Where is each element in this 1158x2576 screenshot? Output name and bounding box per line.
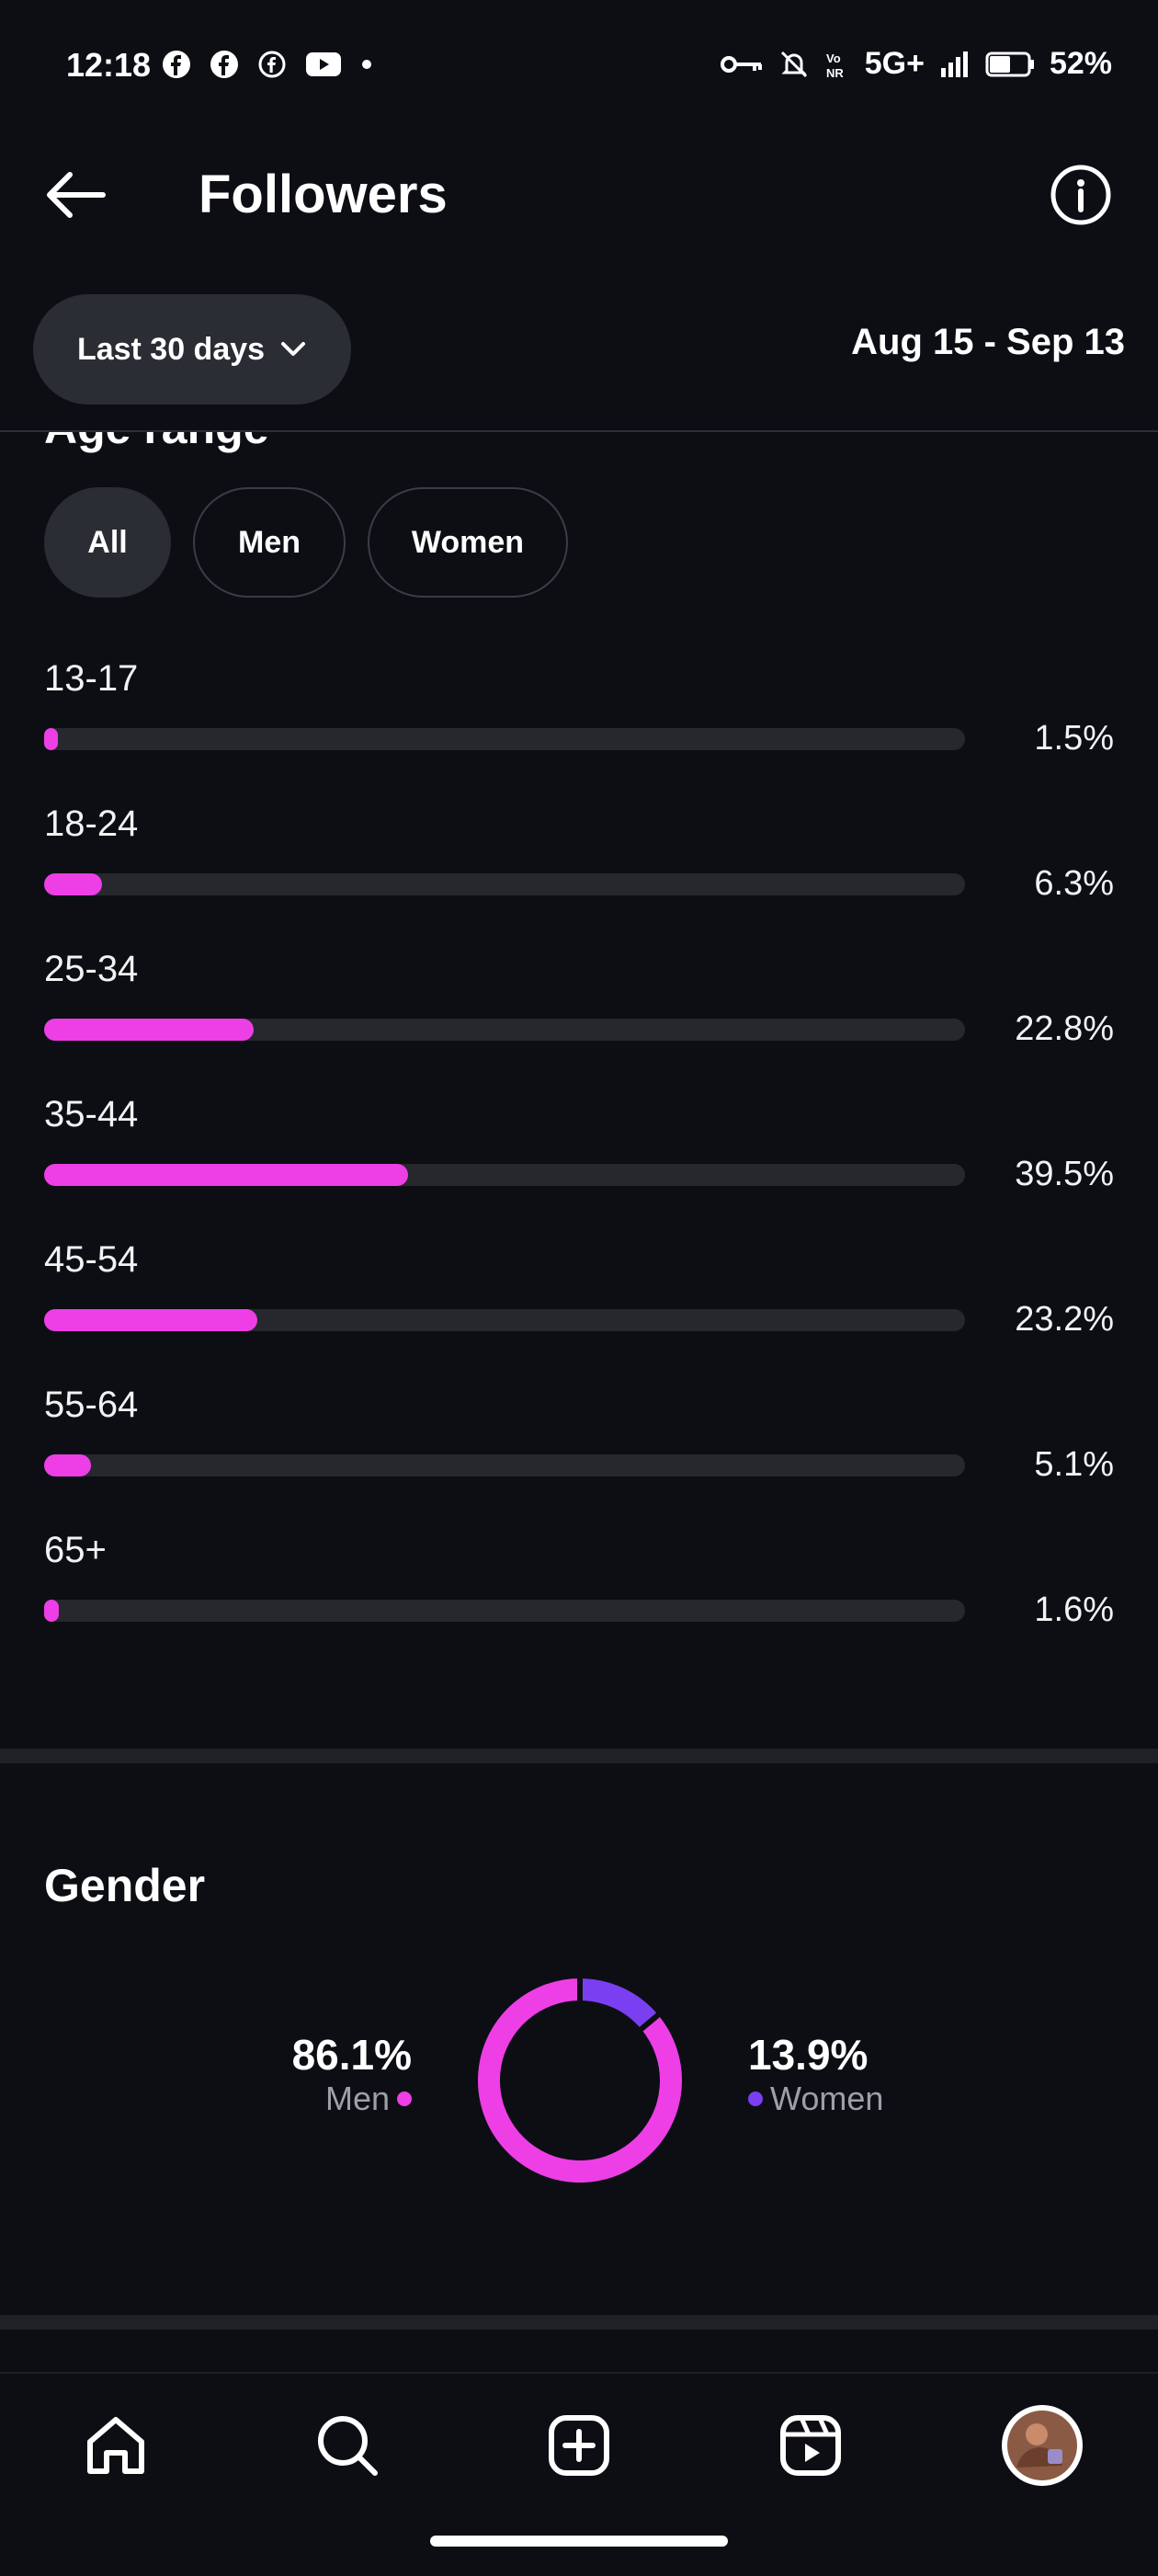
women-stat: 13.9% Women	[748, 2030, 932, 2118]
age-bar-track	[44, 1164, 965, 1186]
section-divider	[0, 1749, 1158, 1763]
age-bar-track	[44, 728, 965, 750]
age-percentage: 6.3%	[1034, 864, 1114, 903]
profile-avatar	[1002, 2405, 1083, 2486]
search-icon	[318, 2416, 378, 2476]
page-title: Followers	[199, 165, 448, 224]
nav-search[interactable]	[301, 2399, 393, 2491]
facebook-icon	[210, 51, 238, 78]
women-legend: Women	[748, 2080, 932, 2118]
status-bar: 12:18 Vo NR 5G+ 52%	[0, 0, 1158, 138]
age-label: 55-64	[44, 1385, 139, 1425]
svg-text:NR: NR	[826, 66, 844, 80]
info-button[interactable]	[1044, 158, 1118, 232]
youtube-icon	[306, 52, 341, 76]
arrow-left-icon	[47, 172, 106, 218]
age-bar-fill	[44, 1454, 92, 1476]
tab-men[interactable]: Men	[193, 487, 346, 598]
chevron-down-icon	[281, 342, 306, 356]
gender-heading: Gender	[44, 1860, 206, 1911]
age-percentage: 5.1%	[1034, 1445, 1114, 1484]
age-bar-fill	[44, 1309, 258, 1331]
age-bar-fill	[44, 1164, 408, 1186]
battery-icon	[985, 51, 1034, 76]
age-bar-fill	[44, 728, 59, 750]
status-notification-icons	[162, 50, 373, 79]
key-icon	[720, 55, 762, 73]
age-bar-track	[44, 1019, 965, 1041]
dot-icon	[362, 60, 371, 69]
vonr-icon: VoNR	[826, 51, 844, 80]
back-button[interactable]	[40, 158, 114, 232]
age-bar-track	[44, 1600, 965, 1622]
men-stat: 86.1% Men	[276, 2030, 412, 2118]
men-legend: Men	[276, 2080, 412, 2118]
facebook-icon	[163, 51, 190, 78]
age-label: 18-24	[44, 804, 139, 844]
battery-percentage: 52%	[1049, 46, 1112, 81]
nav-profile[interactable]	[996, 2399, 1088, 2491]
gender-donut-chart	[478, 1977, 682, 2183]
age-bar-fill	[44, 873, 103, 895]
facebook-outline-icon	[258, 51, 286, 78]
age-label: 65+	[44, 1530, 107, 1570]
age-bar-fill	[44, 1600, 60, 1622]
status-system-icons: Vo NR 5G+ 52%	[720, 46, 1112, 82]
date-range-text: Aug 15 - Sep 13	[851, 322, 1125, 362]
bell-off-icon	[780, 51, 807, 77]
status-time: 12:18	[66, 46, 152, 84]
age-bar-track	[44, 1454, 965, 1476]
age-percentage: 1.5%	[1034, 719, 1114, 758]
network-type: 5G+	[864, 46, 925, 81]
info-icon	[1050, 165, 1111, 225]
nav-home[interactable]	[70, 2399, 162, 2491]
nav-create[interactable]	[533, 2399, 625, 2491]
reels-icon	[780, 2415, 841, 2476]
home-icon	[87, 2417, 144, 2474]
nav-reels[interactable]	[765, 2399, 857, 2491]
women-label: Women	[770, 2080, 884, 2117]
tab-women[interactable]: Women	[368, 487, 568, 598]
age-label: 35-44	[44, 1094, 139, 1134]
donut-segment-men	[478, 1978, 682, 2183]
age-bar-track	[44, 1309, 965, 1331]
tab-all[interactable]: All	[44, 487, 171, 598]
date-range-label: Last 30 days	[76, 331, 266, 367]
signal-icon	[940, 51, 968, 77]
date-range-dropdown[interactable]: Last 30 days	[33, 294, 351, 405]
age-percentage: 23.2%	[1015, 1300, 1114, 1339]
section-divider	[0, 2315, 1158, 2330]
women-percentage: 13.9%	[748, 2031, 868, 2079]
age-bar-fill	[44, 1019, 255, 1041]
men-dot	[397, 2092, 412, 2106]
age-label: 25-34	[44, 949, 139, 989]
age-percentage: 39.5%	[1015, 1155, 1114, 1193]
women-dot	[748, 2092, 763, 2106]
age-label: 13-17	[44, 658, 139, 699]
men-percentage: 86.1%	[291, 2031, 412, 2079]
men-label: Men	[324, 2080, 390, 2117]
home-indicator	[430, 2536, 728, 2547]
age-range-heading-clipped: Age range	[0, 432, 1158, 458]
age-percentage: 22.8%	[1015, 1009, 1114, 1048]
age-label: 45-54	[44, 1239, 139, 1280]
svg-text:Vo: Vo	[826, 51, 841, 65]
create-icon	[549, 2415, 609, 2476]
age-bar-track	[44, 873, 965, 895]
age-percentage: 1.6%	[1034, 1590, 1114, 1629]
age-range-heading: Age range	[44, 432, 269, 454]
